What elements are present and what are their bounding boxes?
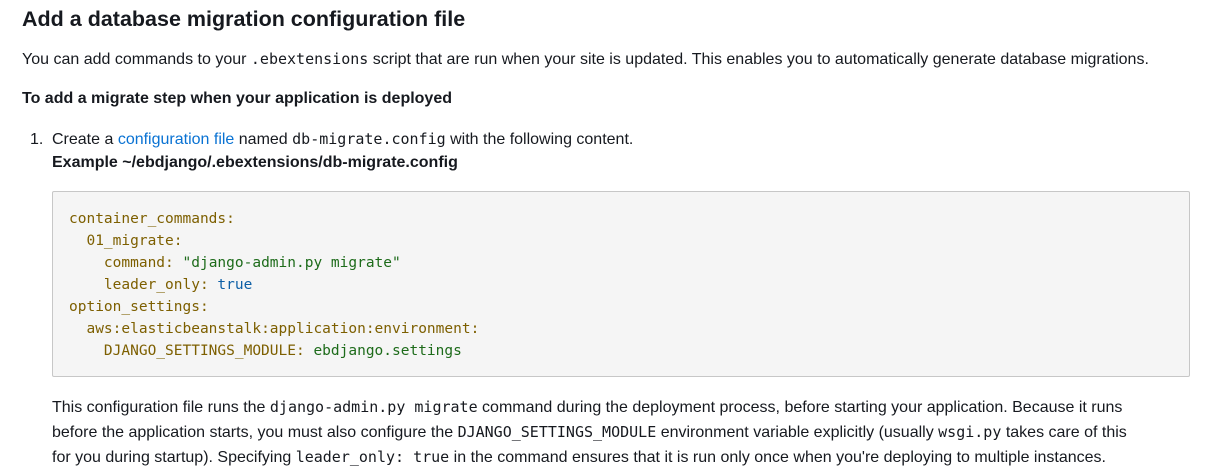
inline-code: DJANGO_SETTINGS_MODULE [457,423,657,441]
explanation-paragraph: This configuration file runs the django-… [52,395,1207,470]
inline-code: leader_only: true [295,448,450,466]
step-number: 1. [30,131,44,148]
inline-code: wsgi.py [938,423,1002,441]
code-line-7-key: DJANGO_SETTINGS_MODULE: [103,343,314,359]
explanation-text: before the application starts, you must … [52,424,458,441]
code-line-3-key: command: [103,255,183,271]
code-line-2: 01_migrate: [86,233,183,249]
explanation-text: This configuration file runs the [52,399,270,416]
explanation-line-3: for you during startup). Specifying lead… [52,445,1207,470]
step-text-before: Create a [52,131,118,148]
code-line-6: aws:elasticbeanstalk:application:environ… [86,321,480,337]
example-title: Example ~/ebdjango/.ebextensions/db-migr… [52,154,458,171]
code-line-4-key: leader_only: [103,277,218,293]
code-content: container_commands: 01_migrate: command:… [69,208,479,362]
procedure-title: To add a migrate step when your applicat… [22,90,452,107]
explanation-text: command during the deployment process, b… [477,399,1123,416]
step-1: 1. Create a configuration file named db-m… [30,127,633,152]
configuration-file-link[interactable]: configuration file [118,131,235,148]
intro-text-after: script that are run when your site is up… [368,51,1149,68]
intro-text-before: You can add commands to your [22,51,251,68]
explanation-text: in the command ensures that it is run on… [449,449,1106,466]
step-text-middle: named [234,131,293,148]
step-text-after: with the following content. [445,131,634,148]
code-line-4-value: true [217,277,253,293]
explanation-text: takes care of this [1001,424,1127,441]
code-line-7-value: ebdjango.settings [313,343,462,359]
code-line-5: option_settings: [69,299,209,315]
explanation-text: for you during startup). Specifying [52,449,296,466]
intro-code: .ebextensions [250,50,369,68]
explanation-text: environment variable explicitly (usually [656,424,939,441]
section-heading: Add a database migration configuration f… [22,7,466,31]
step-filename: db-migrate.config [292,130,446,148]
inline-code: django-admin.py migrate [269,398,478,416]
explanation-line-2: before the application starts, you must … [52,420,1207,445]
intro-paragraph: You can add commands to your .ebextensio… [22,47,1149,72]
code-line-1: container_commands: [69,211,235,227]
explanation-line-1: This configuration file runs the django-… [52,395,1207,420]
code-line-3-value: "django-admin.py migrate" [182,255,401,271]
code-block[interactable]: container_commands: 01_migrate: command:… [52,191,1190,377]
